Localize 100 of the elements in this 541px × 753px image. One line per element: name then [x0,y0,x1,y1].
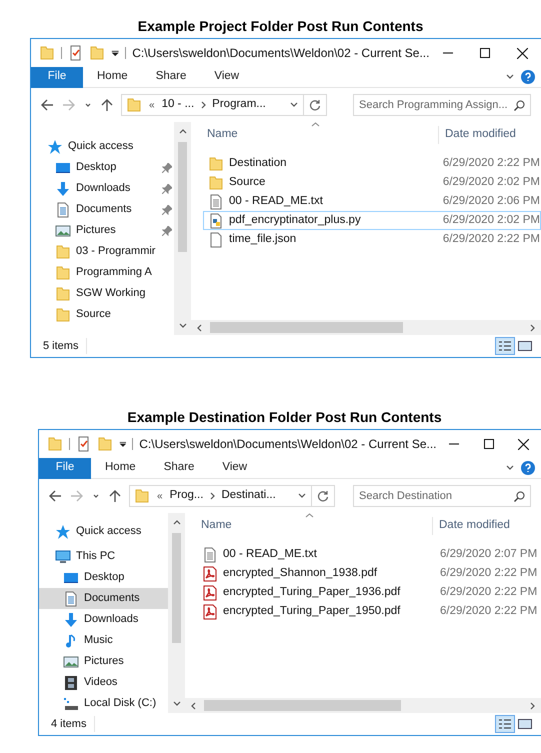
file-row[interactable]: encrypted_Shannon_1938.pdf 6/29/2020 2:22 PM [197,564,541,583]
breadcrumb[interactable]: Prog... [166,487,208,505]
nav-item[interactable]: Quick access [39,521,168,542]
search-icon [514,491,525,502]
horizontal-scrollbar[interactable] [185,698,541,713]
nav-item[interactable]: Videos [39,672,168,693]
column-header[interactable]: Name [185,517,433,535]
ribbon-tab[interactable]: Share [150,458,208,478]
file-row[interactable]: time_file.json 6/29/2020 2:22 PM [203,230,541,249]
breadcrumb[interactable]: Destinati... [217,487,280,505]
up-arrow-icon[interactable] [109,490,121,502]
file-name: Source [229,174,266,190]
nav-item[interactable]: Documents [39,588,168,609]
address-bar[interactable]: « Prog... Destinati... [129,485,335,507]
nav-item[interactable]: Desktop [39,567,168,588]
script-file-icon [208,212,224,228]
file-name: encrypted_Shannon_1938.pdf [223,566,378,581]
nav-item[interactable]: Source [31,304,174,325]
ribbon-tab[interactable]: Home [91,458,150,478]
horizontal-scrollbar[interactable] [191,320,541,335]
pdf-file-icon [202,604,218,620]
folder-icon [47,436,63,452]
file-row[interactable]: encrypted_Turing_Paper_1950.pdf 6/29/2020 2:22 PM [197,602,541,621]
back-arrow-icon[interactable] [49,490,62,502]
breadcrumb[interactable]: Program... [208,96,270,114]
ribbon-tab[interactable]: Share [142,66,200,88]
file-name: Destination [229,156,287,171]
dropdown-icon[interactable] [110,48,120,58]
file-name: encrypted_Turing_Paper_1950.pdf [223,604,400,619]
nav-item[interactable]: Documents [31,199,174,220]
refresh-icon[interactable] [309,99,321,111]
nav-item[interactable]: Local Disk (C:) [39,693,168,713]
pdf-file-icon [202,566,218,582]
file-name: 00 - READ_ME.txt [223,546,317,562]
folder-icon [126,97,142,113]
blank-file-icon [208,232,224,248]
document-icon [63,590,79,606]
breadcrumb[interactable]: 10 - ... [158,96,198,114]
drive-icon [63,696,79,712]
file-row[interactable]: 00 - READ_ME.txt 6/29/2020 2:07 PM [197,545,541,564]
address-bar[interactable]: « 10 - ... Program... [121,94,327,116]
back-arrow-icon[interactable] [41,99,54,111]
nav-item[interactable]: Quick access [31,136,174,157]
file-row[interactable]: Source 6/29/2020 2:02 PM [203,173,541,192]
help-icon[interactable] [521,70,535,84]
ribbon-tab[interactable]: File [39,458,91,478]
details-view-button[interactable] [495,715,515,733]
computer-icon [55,548,71,564]
file-date: 6/29/2020 2:02 PM [442,174,540,190]
search-field[interactable]: Search Destination [353,485,531,507]
nav-item[interactable]: Pictures [31,220,174,241]
ribbon-tab[interactable]: View [200,66,254,88]
vertical-scrollbar[interactable] [168,513,185,713]
folder-icon [55,264,71,280]
nav-item[interactable]: SGW Working [31,283,174,304]
nav-item[interactable]: Downloads [39,609,168,630]
pdf-file-icon [202,584,218,600]
overflow-crumb[interactable]: « [154,488,166,504]
ribbon-tab[interactable]: Home [83,66,142,88]
folder-icon [55,306,71,322]
details-view-button[interactable] [495,337,515,355]
refresh-icon[interactable] [317,490,329,502]
dropdown-icon[interactable] [118,439,126,449]
help-icon[interactable] [521,461,535,475]
search-field[interactable]: Search Programming Assign... [353,94,531,116]
document-icon [202,546,218,562]
close-icon [516,48,528,58]
sort-caret-icon [311,122,320,127]
ribbon-tab[interactable]: View [208,458,262,478]
close-icon [518,438,530,450]
file-name: 00 - READ_ME.txt [229,194,323,209]
nav-item[interactable]: This PC [39,546,168,567]
file-row[interactable]: encrypted_Turing_Paper_1936.pdf 6/29/2020 2:22 PM [197,583,541,602]
column-header[interactable]: Name [191,126,439,144]
column-header[interactable]: Date modified [433,517,541,535]
nav-item[interactable]: 03 - Programmir [31,241,174,262]
file-row[interactable]: pdf_encryptinator_plus.py 6/29/2020 2:02 PM [203,211,541,230]
up-arrow-icon[interactable] [101,98,113,112]
nav-item[interactable]: Pictures [39,651,168,672]
column-header[interactable]: Date modified [439,126,541,144]
ribbon-tab[interactable]: File [31,66,83,88]
status-text: 4 items [51,716,96,732]
download-icon [63,612,79,628]
file-date: 6/29/2020 2:06 PM [442,194,540,209]
file-row[interactable]: Destination 6/29/2020 2:22 PM [203,154,541,173]
file-date: 6/29/2020 2:02 PM [442,212,540,228]
sort-caret-icon [305,513,314,518]
file-name: encrypted_Turing_Paper_1936.pdf [223,584,400,600]
file-date: 6/29/2020 2:22 PM [439,584,538,600]
search-icon [514,100,525,111]
nav-item[interactable]: Downloads [31,178,174,199]
nav-item[interactable]: Music [39,630,168,651]
file-row[interactable]: 00 - READ_ME.txt 6/29/2020 2:06 PM [203,192,541,211]
folder-icon [39,45,55,61]
nav-item[interactable]: Programming A [31,262,174,283]
overflow-crumb[interactable]: « [146,98,158,112]
vertical-scrollbar[interactable] [174,122,191,335]
details-view-icon [498,718,512,730]
nav-item[interactable]: Desktop [31,157,174,178]
large-icons-view-icon [518,718,532,730]
